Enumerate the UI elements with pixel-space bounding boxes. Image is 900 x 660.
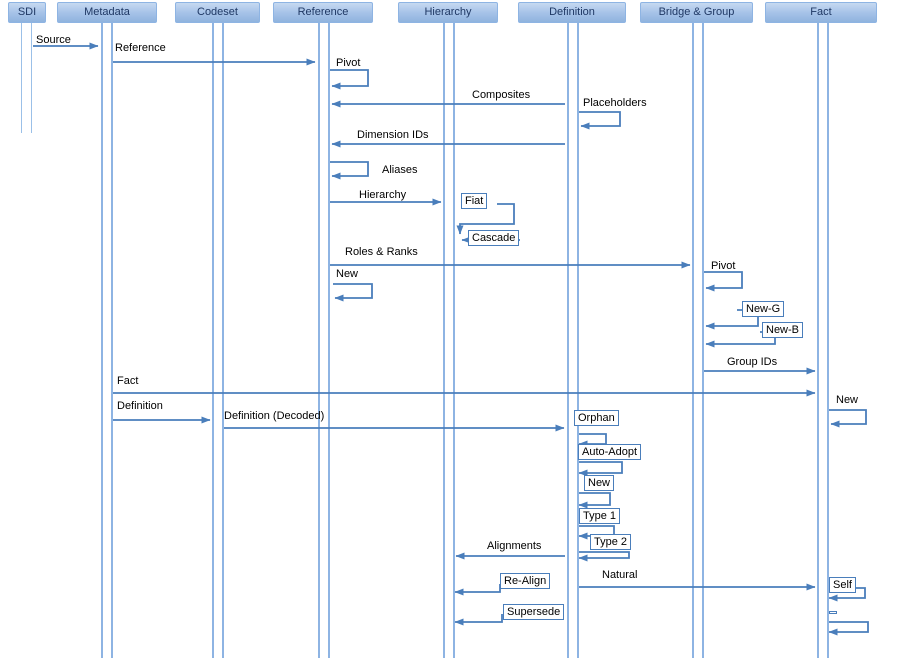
- sequence-diagram: SDI Metadata Codeset Reference Hierarchy…: [0, 0, 900, 660]
- message-box-auto-adopt: Auto-Adopt: [578, 444, 642, 460]
- lifeline-line-codeset-left: [212, 23, 214, 658]
- lifeline-line-sdi-right: [31, 23, 32, 133]
- message-label-roles-ranks: Roles & Ranks: [345, 246, 418, 258]
- message-box-new-g: New-G: [742, 301, 785, 317]
- message-box-supersede: [829, 611, 837, 614]
- message-box-natural: Re-Align: [500, 573, 551, 589]
- lifeline-line-codeset-right: [222, 23, 224, 658]
- lifeline-header-sdi[interactable]: SDI: [8, 2, 46, 23]
- message-label-definition: Definition: [117, 400, 163, 412]
- message-label-alignments: Natural: [602, 569, 638, 581]
- message-label-definition-decoded: Definition (Decoded): [224, 410, 325, 422]
- message-box-self: Supersede: [503, 604, 565, 620]
- lifeline-line-reference-right: [328, 23, 330, 658]
- message-label-pivot-bridge: Pivot: [711, 260, 736, 272]
- lifeline-line-metadata-right: [111, 23, 113, 658]
- lifeline-line-bridge-group-left: [692, 23, 694, 658]
- message-label-group-ids: Group IDs: [727, 356, 778, 368]
- message-box-type-1: Type 1: [579, 508, 621, 524]
- lifeline-line-definition-right: [577, 23, 579, 658]
- message-label-placeholders: Placeholders: [583, 97, 647, 109]
- lifeline-line-bridge-group-right: [702, 23, 704, 658]
- lifeline-line-hierarchy-left: [443, 23, 445, 658]
- message-label-aliases: Aliases: [382, 164, 418, 176]
- lifeline-line-hierarchy-right: [453, 23, 455, 658]
- message-label-composites: Composites: [472, 89, 531, 101]
- lifeline-line-reference-left: [318, 23, 320, 658]
- lifeline-header-definition[interactable]: Definition: [518, 2, 626, 23]
- lifeline-label: Reference: [297, 6, 349, 18]
- message-label-pivot-reference: Pivot: [336, 57, 361, 69]
- message-label-source: Source: [36, 34, 71, 46]
- lifeline-line-sdi-left: [21, 23, 22, 133]
- lifeline-line-fact-left: [817, 23, 819, 658]
- message-label-new-reference: New: [336, 268, 359, 280]
- lifeline-header-hierarchy[interactable]: Hierarchy: [398, 2, 498, 23]
- message-box-new-definition: New: [584, 475, 615, 491]
- lifeline-label: Codeset: [197, 6, 238, 18]
- lifeline-label: SDI: [17, 6, 37, 18]
- message-label-new-fact: New: [836, 394, 859, 406]
- lifeline-label: Bridge & Group: [658, 6, 735, 18]
- lifeline-header-metadata[interactable]: Metadata: [57, 2, 157, 23]
- lifeline-line-definition-left: [567, 23, 569, 658]
- lifeline-label: Hierarchy: [424, 6, 472, 18]
- lifeline-header-fact[interactable]: Fact: [765, 2, 877, 23]
- lifeline-header-reference[interactable]: Reference: [273, 2, 373, 23]
- lifeline-label: Metadata: [84, 6, 130, 18]
- message-box-orphan: Orphan: [574, 410, 619, 426]
- message-box-new-b: New-B: [762, 322, 804, 338]
- lifeline-label: Fact: [810, 6, 832, 18]
- lifeline-line-fact-right: [827, 23, 829, 658]
- lifeline-line-metadata-left: [101, 23, 103, 658]
- message-label-dimension-ids: Dimension IDs: [357, 129, 429, 141]
- message-label-fact: Fact: [117, 375, 139, 387]
- message-box-fiat: Fiat: [461, 193, 488, 209]
- lifeline-label: Definition: [549, 6, 595, 18]
- message-label-new-ids: Alignments: [487, 540, 542, 552]
- message-box-cascade: Cascade: [468, 230, 520, 246]
- message-box-type-2: Type 2: [590, 534, 632, 550]
- message-label-reference: Reference: [115, 42, 166, 54]
- lifeline-header-bridge-group[interactable]: Bridge & Group: [640, 2, 753, 23]
- message-label-hierarchy: Hierarchy: [359, 189, 407, 201]
- lifeline-header-codeset[interactable]: Codeset: [175, 2, 260, 23]
- message-box-re-align: Self: [829, 577, 856, 593]
